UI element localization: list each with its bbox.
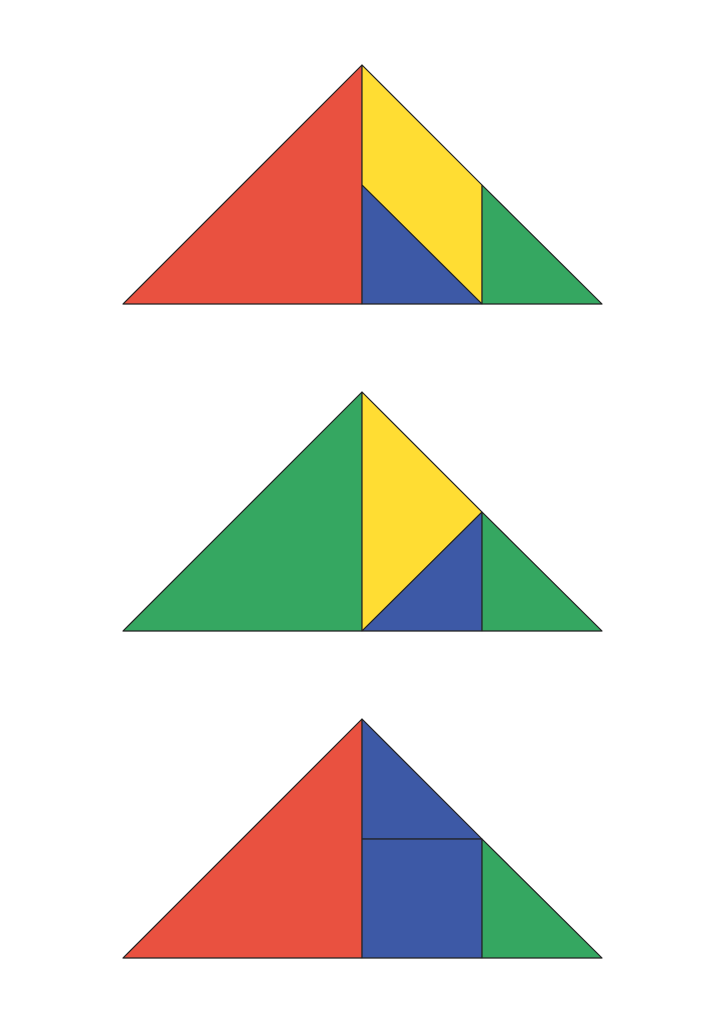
small-triangle-top — [361, 718, 483, 840]
large-triangle-left — [122, 391, 363, 632]
tangram-figure-2 — [122, 391, 603, 632]
small-triangle-right — [481, 184, 603, 305]
tangram-figure-1 — [122, 64, 603, 305]
small-triangle-right — [481, 838, 603, 959]
large-triangle-left — [122, 64, 363, 305]
large-triangle-left — [122, 718, 363, 959]
square — [361, 838, 483, 959]
tangram-worksheet — [0, 0, 724, 1024]
small-triangle-right — [481, 511, 603, 632]
tangram-figure-3 — [122, 718, 603, 959]
tangram-canvas — [122, 64, 603, 959]
